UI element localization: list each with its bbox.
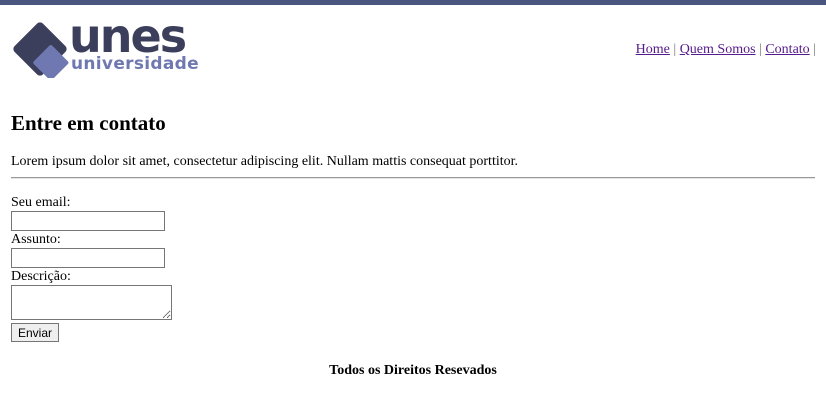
description-label: Descrição: bbox=[11, 269, 71, 284]
contact-form: Seu email: Assunto: Descrição: Enviar bbox=[11, 195, 172, 342]
logo-diamond-icon bbox=[13, 22, 69, 78]
subject-label: Assunto: bbox=[11, 232, 61, 247]
nav-link-quem-somos[interactable]: Quem Somos bbox=[680, 42, 756, 57]
page-title: Entre em contato bbox=[11, 111, 166, 135]
footer-copyright: Todos os Direitos Resevados bbox=[329, 363, 497, 378]
submit-button[interactable]: Enviar bbox=[11, 323, 60, 342]
intro-text: Lorem ipsum dolor sit amet, consectetur … bbox=[11, 154, 519, 169]
nav-separator: | bbox=[759, 42, 762, 57]
logo-tagline: universidade bbox=[71, 54, 199, 74]
email-field[interactable] bbox=[11, 211, 165, 231]
top-accent-bar bbox=[0, 0, 826, 5]
description-textarea[interactable] bbox=[11, 285, 172, 320]
subject-field[interactable] bbox=[11, 248, 165, 268]
nav-link-contato[interactable]: Contato bbox=[765, 42, 809, 57]
email-label: Seu email: bbox=[11, 195, 71, 210]
nav-separator: | bbox=[673, 42, 677, 57]
unes-logo: unes universidade bbox=[11, 9, 211, 78]
nav-separator: | bbox=[813, 42, 816, 57]
section-divider bbox=[11, 177, 815, 179]
main-nav: Home | Quem Somos | Contato | bbox=[636, 42, 816, 58]
nav-link-home[interactable]: Home bbox=[636, 42, 670, 57]
